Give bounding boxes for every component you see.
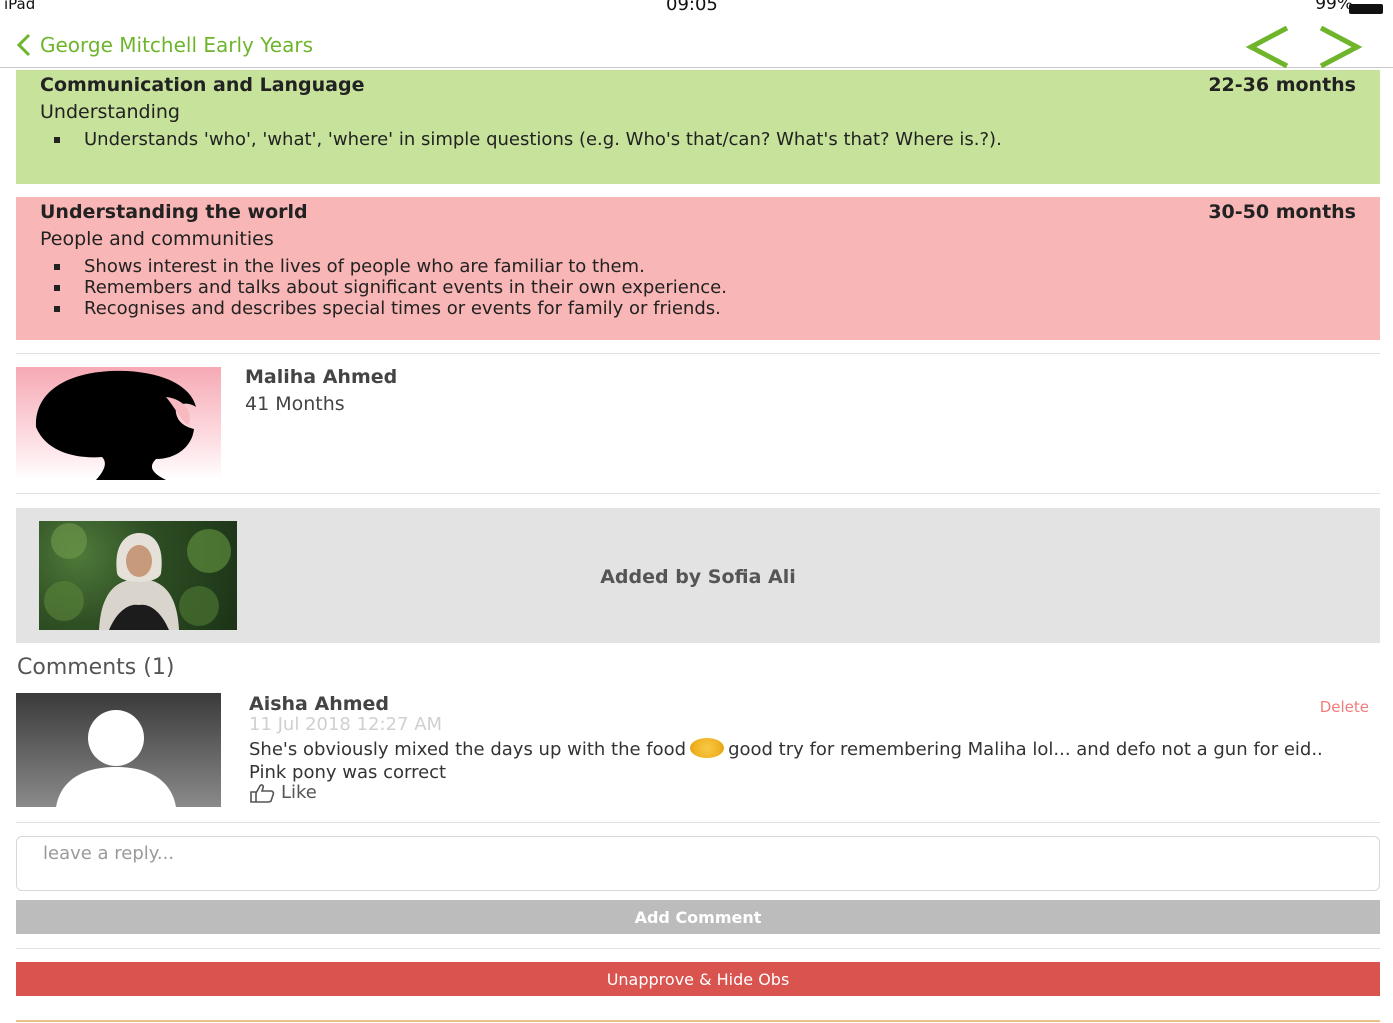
reply-input[interactable] [16,836,1380,891]
aspect-label: People and communities [40,228,274,250]
unapprove-button[interactable]: Unapprove & Hide Obs [16,962,1380,996]
commenter-avatar [16,693,221,807]
battery-percent: 99% [1315,0,1353,14]
like-label: Like [281,782,317,803]
comments-heading: Comments (1) [17,655,175,680]
observation-nav [1243,24,1365,70]
like-button[interactable]: Like [249,782,317,803]
next-arrow-icon[interactable] [1313,24,1365,70]
statement-item: Understands 'who', 'what', 'where' in si… [54,129,1340,150]
comment-text: She's obviously mixed the days up with t… [249,738,1359,784]
thumbs-up-icon [250,783,275,803]
delete-comment-link[interactable]: Delete [1320,698,1369,716]
previous-arrow-icon[interactable] [1243,24,1295,70]
statement-list: Understands 'who', 'what', 'where' in si… [54,129,1340,150]
comment-text-part: She's obviously mixed the days up with t… [249,739,687,760]
added-by-panel: Added by Sofia Ali [16,508,1380,643]
added-by-text: Added by Sofia Ali [600,566,796,588]
statement-item: Shows interest in the lives of people wh… [54,256,1340,277]
area-title: Understanding the world [40,201,308,223]
divider [16,493,1380,494]
nav-bar: George Mitchell Early Years [0,22,1393,70]
bottom-divider [16,1020,1380,1022]
device-label: iPad [4,0,36,13]
child-age: 41 Months [245,393,345,415]
statement-item: Remembers and talks about significant ev… [54,277,1340,298]
comment-author: Aisha Ahmed [249,693,390,715]
laughing-emoji-icon [690,738,725,758]
statement-list: Shows interest in the lives of people wh… [54,256,1340,319]
assessment-panel-understanding-world: Understanding the world 30-50 months Peo… [16,197,1380,340]
area-title: Communication and Language [40,74,365,96]
add-comment-button[interactable]: Add Comment [16,900,1380,934]
child-name: Maliha Ahmed [245,366,398,388]
divider [16,822,1380,823]
assessment-panel-communication: Communication and Language 22-36 months … [16,70,1380,184]
comment-date: 11 Jul 2018 12:27 AM [249,714,443,735]
age-range: 22-36 months [1208,74,1356,96]
statement-item: Recognises and describes special times o… [54,298,1340,319]
age-range: 30-50 months [1208,201,1356,223]
child-avatar [16,367,221,480]
divider [16,353,1380,354]
status-time: 09:05 [666,0,718,15]
battery-icon [1349,4,1383,14]
chevron-left-icon [16,33,31,57]
child-silhouette-icon [35,370,196,480]
back-button-label: George Mitchell Early Years [40,33,313,57]
back-button[interactable]: George Mitchell Early Years [14,32,313,58]
aspect-label: Understanding [40,101,180,123]
divider [16,948,1380,949]
user-silhouette-icon [56,710,176,807]
status-bar: iPad 09:05 99% [0,0,1393,18]
